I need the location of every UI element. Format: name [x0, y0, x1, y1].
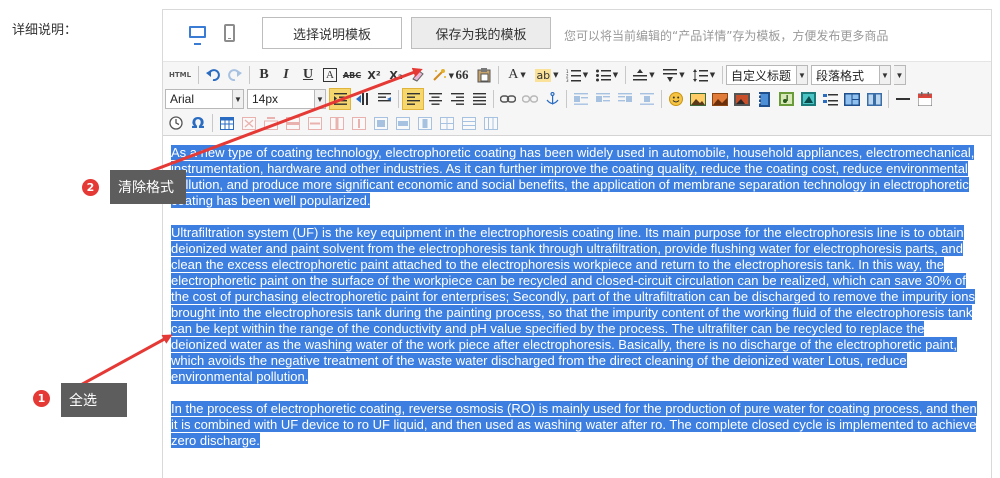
step-marker-2: 2 [82, 179, 99, 196]
step-marker-1: 1 [33, 390, 50, 407]
arrow-clear-format [121, 67, 423, 184]
callout-clear-format: 清除格式 [110, 170, 186, 204]
callout-select-all: 全选 [61, 383, 127, 417]
annotation-arrows [65, 67, 423, 395]
